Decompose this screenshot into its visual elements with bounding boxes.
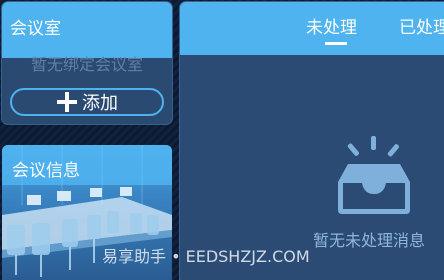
tab-unprocessed[interactable]: 未处理	[306, 17, 357, 39]
meeting-room-title: 会议室	[10, 19, 61, 39]
message-panel: 未处理 已处理 暂无未处理消息	[180, 2, 444, 280]
meeting-room-header: 会议室	[2, 2, 172, 58]
add-room-button-label: 添加	[82, 93, 118, 114]
add-room-button[interactable]: 添加	[10, 88, 164, 116]
no-unprocessed-messages-text: 暂无未处理消息	[313, 231, 426, 250]
tab-processed[interactable]: 已处理	[399, 17, 444, 39]
watermark-text: 易享助手 • EEDSHZJZ.COM	[102, 247, 310, 266]
no-room-bound-text: 暂无绑定会议室	[30, 55, 143, 74]
empty-inbox-icon	[338, 136, 410, 214]
meeting-room-panel: 会议室 暂无绑定会议室 添加	[2, 2, 172, 124]
active-tab-indicator	[325, 42, 347, 45]
meeting-info-title: 会议信息	[12, 161, 80, 181]
message-tabs-header: 未处理 已处理	[180, 2, 444, 55]
plus-icon	[56, 91, 78, 113]
